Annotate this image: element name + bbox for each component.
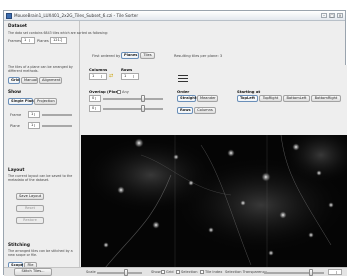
order-rows-button[interactable]: Rows [177,107,193,114]
plane-spinbox[interactable]: 1 [28,122,40,129]
grid-label: Grid [166,270,174,274]
overlap-y-slider[interactable] [103,108,163,110]
scale-slider[interactable] [97,272,142,274]
selection-label: Selection [181,270,198,274]
overlap-any-label: Any [122,90,129,94]
title-bar: MouseBrain1_LUX401_2x2G_Tiles_Subset_6.c… [4,11,345,21]
stitching-text: The arranged tiles can be stitched by a … [8,249,73,258]
transparency-spinbox[interactable] [328,269,342,275]
app-window: MouseBrain1_LUX401_2x2G_Tiles_Subset_6.c… [3,10,347,276]
overlap-any-checkbox[interactable] [117,90,121,94]
columns-spinbox[interactable]: 1 [89,73,107,80]
window-controls: – □ × [321,13,343,18]
bottom-toolbar: Stitch Tiles... Scale Show Grid Selectio… [4,267,347,276]
order-straight-button[interactable]: Straight [177,95,197,102]
overlap-x-spinbox[interactable]: 0 [89,95,101,102]
app-icon [6,13,12,19]
scale-slider-knob[interactable] [124,269,128,276]
resulting-tiles: Resulting tiles per plane: 3 [174,54,223,58]
overlap-x-slider-knob[interactable] [141,95,145,102]
plane-label: Plane [10,124,20,128]
overlap-y-slider-knob[interactable] [141,105,145,112]
grid-button[interactable]: Grid [8,77,20,84]
minimize-button[interactable]: – [321,13,327,18]
scale-label: Scale [86,270,96,274]
arrangement-text: The tiles of a plane can be arranged by … [8,65,73,74]
transparency-slider[interactable] [264,272,324,274]
rows-label: Rows [121,67,133,72]
tile-index-label: Tile Index [205,270,223,274]
order-label: Order [177,89,190,94]
plane-slider[interactable] [42,125,72,127]
swap-arrows-icon[interactable]: ⇄ [109,74,115,79]
transparency-slider-knob[interactable] [309,269,313,276]
grid-settings-panel: Columns 1 ⇄ Rows 1 Overlap (Pixel) Any 0… [81,65,347,135]
overlap-x-slider[interactable] [103,98,163,100]
frame-label: Frame [10,113,22,117]
overlap-y-spinbox[interactable]: 0 [89,105,101,112]
close-button[interactable]: × [337,13,343,18]
dataset-heading: Dataset [8,24,27,29]
show-heading: Show [8,90,22,95]
lines-icon [178,73,188,83]
restore-button[interactable]: Restore [16,217,44,224]
start-topright-button[interactable]: TopRight [259,95,282,102]
frames-spinbox[interactable]: 1 [21,37,35,44]
stitch-tiles-button[interactable]: Stitch Tiles... [14,268,52,276]
planes-label: Planes [37,39,49,43]
order-columns-button[interactable]: Columns [194,107,216,114]
rows-spinbox[interactable]: 1 [121,73,139,80]
save-layout-button[interactable]: Save Layout [16,193,44,200]
manual-button[interactable]: Manual [21,77,38,84]
image-viewer[interactable] [81,135,347,273]
first-ordered-label: First ordered by [92,54,121,58]
show-label: Show [151,270,161,274]
microscopy-image [81,135,347,273]
order-tiles-button[interactable]: Tiles [140,52,155,59]
maximize-button[interactable]: □ [329,13,335,18]
planes-spinbox[interactable]: 1217 [50,37,67,44]
layout-heading: Layout [8,168,25,173]
grid-checkbox[interactable] [161,270,165,274]
reset-button[interactable]: Reset [16,205,44,212]
dataset-info: The data set contains 6843 tiles which a… [8,31,108,35]
frame-spinbox[interactable]: 1 [28,111,40,118]
start-bottomright-button[interactable]: BottomRight [311,95,341,102]
projection-button[interactable]: Projection [34,98,57,105]
columns-label: Columns [89,67,108,72]
frames-label: Frames [8,39,22,43]
tile-index-checkbox[interactable] [200,270,204,274]
starting-at-label: Starting at [237,89,261,94]
transparency-label: Selection Transparency [225,270,267,274]
start-bottomleft-button[interactable]: BottomLeft [283,95,310,102]
order-meander-button[interactable]: Meander [197,95,218,102]
stitching-heading: Stitching [8,243,30,248]
selection-checkbox[interactable] [176,270,180,274]
single-plane-button[interactable]: Single Plane [8,98,36,105]
layout-text: The current layout can be saved to the m… [8,174,73,183]
order-planes-button[interactable]: Planes [121,52,139,59]
sidebar: Dataset The data set contains 6843 tiles… [4,21,108,276]
window-title: MouseBrain1_LUX401_2x2G_Tiles_Subset_6.c… [14,13,139,18]
alignment-button[interactable]: Alignment [39,77,62,84]
frame-slider[interactable] [42,114,72,116]
start-topleft-button[interactable]: TopLeft [237,95,258,102]
